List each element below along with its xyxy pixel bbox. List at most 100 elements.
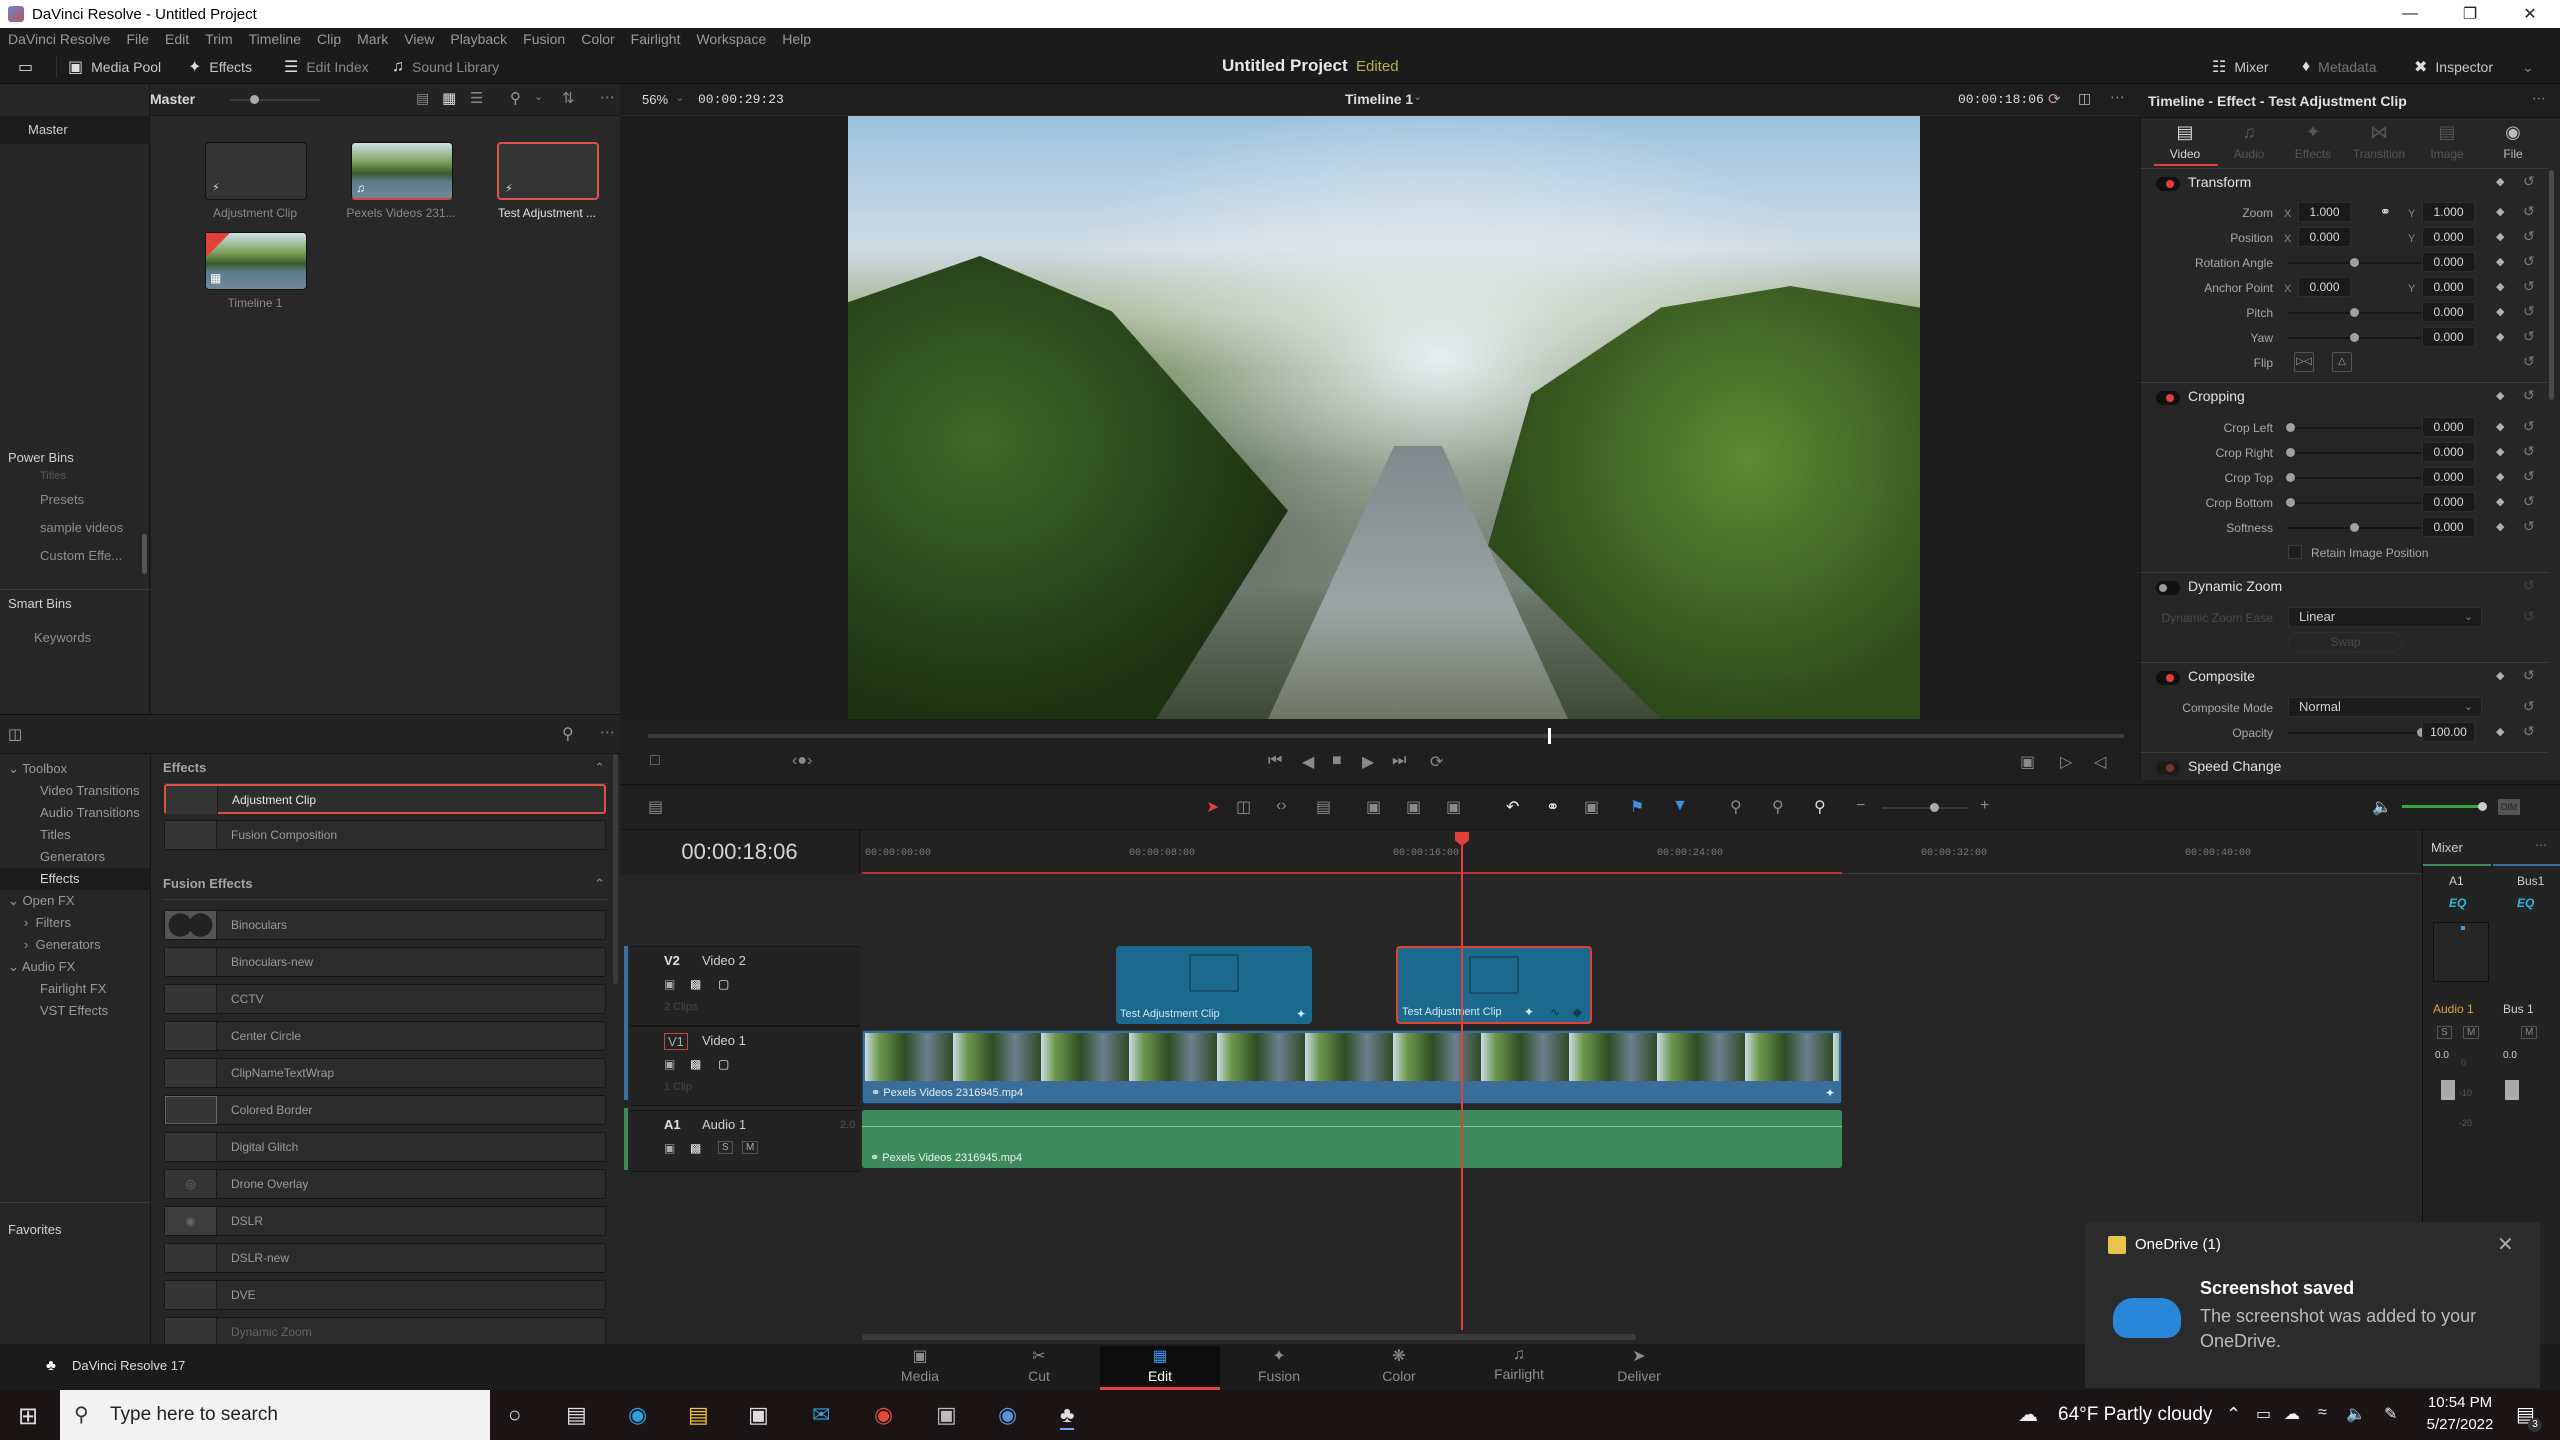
reset-icon[interactable]: ↺ (2523, 418, 2535, 435)
yaw-field[interactable]: 0.000 (2422, 327, 2475, 347)
effect-item[interactable]: Center Circle (164, 1021, 606, 1051)
edit-index-button[interactable]: ☰ Edit Index (284, 50, 369, 84)
tab-image[interactable]: ▤ Image (2414, 122, 2480, 161)
menu-help[interactable]: Help (774, 31, 819, 47)
menu-trim[interactable]: Trim (197, 31, 240, 47)
file-explorer-icon[interactable]: ▤ (688, 1402, 709, 1428)
solo-button[interactable]: S (718, 1141, 733, 1154)
effect-item[interactable]: DSLR-new (164, 1243, 606, 1273)
lock-icon[interactable]: ▣ (664, 1141, 675, 1155)
cortana-icon[interactable]: ○ (508, 1402, 521, 1428)
smart-bin-item[interactable]: Keywords (34, 630, 91, 645)
mail-icon[interactable]: ✉ (812, 1402, 830, 1428)
zoom-x-field[interactable]: 1.000 (2298, 202, 2351, 222)
tree-item-audio-fx[interactable]: ⌄ Audio FX (0, 956, 150, 978)
page-cut[interactable]: ✂ Cut (979, 1346, 1099, 1384)
close-button[interactable]: ✕ (2500, 0, 2560, 28)
clock-time[interactable]: 10:54 PM (2420, 1394, 2500, 1411)
media-clip[interactable]: ⚡ Adjustment Clip (185, 128, 325, 220)
effect-item[interactable]: ◉ DSLR (164, 1206, 606, 1236)
tree-item-vst-effects[interactable]: VST Effects (0, 1000, 150, 1022)
speaker-icon[interactable]: 🔈 (2346, 1404, 2366, 1424)
mark-in-icon[interactable]: ▷ (2060, 752, 2072, 772)
effect-item[interactable]: ClipNameTextWrap (164, 1058, 606, 1088)
auto-select-icon[interactable]: ▩ (690, 1141, 701, 1155)
tree-item-filters[interactable]: › Filters (0, 912, 150, 934)
menu-fusion[interactable]: Fusion (515, 31, 573, 47)
pan-control[interactable] (2433, 922, 2489, 982)
composite-section-header[interactable]: Composite ◆ ↺ (2148, 666, 2543, 692)
viewer-overlay-icon[interactable]: □ (650, 752, 660, 770)
timeline-selector[interactable]: Timeline 1 (1345, 91, 1413, 107)
rotation-field[interactable]: 0.000 (2422, 252, 2475, 272)
davinci-resolve-taskbar-icon[interactable]: ♣ (1060, 1402, 1075, 1430)
swap-button[interactable]: Swap (2288, 632, 2403, 652)
power-bin-item[interactable]: Custom Effe... (40, 548, 122, 563)
dynamic-trim-icon[interactable]: ‹› (1276, 797, 1287, 815)
store-icon[interactable]: ▣ (748, 1402, 769, 1428)
tree-item-generators[interactable]: Generators (0, 846, 150, 868)
sort-icon[interactable]: ⇅ (562, 89, 575, 107)
reset-icon[interactable]: ↺ (2523, 723, 2535, 740)
pitch-field[interactable]: 0.000 (2422, 302, 2475, 322)
transform-enable-toggle[interactable] (2156, 177, 2180, 191)
solo-button[interactable]: S (2437, 1026, 2452, 1039)
link-icon[interactable]: ⚭ (2380, 204, 2391, 220)
tree-item-effects[interactable]: Effects (0, 868, 150, 890)
track-name[interactable]: Video 2 (702, 953, 746, 968)
qbittorrent-icon[interactable]: ◉ (998, 1402, 1017, 1428)
menu-workspace[interactable]: Workspace (688, 31, 774, 47)
stop-icon[interactable]: ■ (1332, 752, 1342, 770)
playhead[interactable] (1461, 836, 1463, 1330)
composite-mode-dropdown[interactable]: Normal ⌄ (2288, 697, 2482, 717)
position-lock-icon[interactable]: ▣ (1584, 797, 1599, 817)
media-pool-button[interactable]: ▣ Media Pool (68, 50, 161, 84)
track-name[interactable]: Audio 1 (702, 1117, 746, 1132)
mixer-button[interactable]: ☷ Mixer (2212, 50, 2269, 84)
flag-icon[interactable]: ⚑ (1630, 797, 1644, 817)
page-fusion[interactable]: ✦ Fusion (1219, 1346, 1339, 1384)
eq-button[interactable]: EQ (2517, 896, 2534, 910)
crop-top-slider[interactable] (2286, 473, 2421, 482)
keyframe-icon[interactable]: ◆ (2496, 445, 2504, 458)
media-clip[interactable]: ▦ Timeline 1 (185, 218, 325, 310)
sidebar-toggle-icon[interactable]: ◫ (8, 725, 22, 743)
page-edit[interactable]: ▦ Edit (1100, 1346, 1220, 1390)
onedrive-tray-icon[interactable]: ☁ (2284, 1404, 2300, 1424)
crop-bottom-slider[interactable] (2286, 498, 2421, 507)
timeline-clip-adjustment[interactable]: Test Adjustment Clip ✦ (1116, 946, 1312, 1024)
keyframe-icon[interactable]: ◆ (2496, 520, 2504, 533)
tab-video[interactable]: ▤ Video (2152, 122, 2218, 161)
minimize-button[interactable]: — (2380, 0, 2440, 28)
trim-mode-icon[interactable]: ◫ (1236, 797, 1251, 817)
skip-to-end-icon[interactable]: ⏭ (1392, 752, 1406, 770)
taskbar-search-box[interactable]: ⚲ Type here to search (60, 1390, 490, 1440)
bin-master[interactable]: Master (0, 116, 150, 144)
more-options-icon[interactable]: ⋯ (2535, 838, 2547, 852)
tree-item-audio-transitions[interactable]: Audio Transitions (0, 802, 150, 824)
menu-view[interactable]: View (396, 31, 442, 47)
menu-timeline[interactable]: Timeline (241, 31, 309, 47)
timeline-clip-adjustment-selected[interactable]: Test Adjustment Clip ✦ ∿ ◆ (1396, 946, 1592, 1024)
inspector-button[interactable]: ✖ Inspector (2414, 50, 2493, 84)
skip-to-start-icon[interactable]: ⏮ (1268, 752, 1282, 770)
onedrive-notification[interactable]: OneDrive (1) ✕ Screenshot saved The scre… (2085, 1222, 2540, 1388)
effect-item[interactable]: Dynamic Zoom (164, 1317, 606, 1347)
menu-playback[interactable]: Playback (442, 31, 515, 47)
speed-change-enable-toggle[interactable] (2156, 761, 2180, 775)
reset-icon[interactable]: ↺ (2523, 577, 2535, 594)
expand-toolbar-button[interactable]: ⌄ (2522, 50, 2534, 84)
crop-bottom-field[interactable]: 0.000 (2422, 492, 2475, 512)
crop-right-field[interactable]: 0.000 (2422, 442, 2475, 462)
inspector-scrollbar[interactable] (2549, 170, 2554, 400)
menu-clip[interactable]: Clip (309, 31, 349, 47)
reset-icon[interactable]: ↺ (2523, 328, 2535, 345)
menu-edit[interactable]: Edit (157, 31, 197, 47)
timeline-view-options-icon[interactable]: ▤ (648, 797, 663, 817)
menu-mark[interactable]: Mark (349, 31, 396, 47)
power-bin-item[interactable]: Titles (40, 470, 66, 482)
more-options-icon[interactable]: ⋯ (600, 723, 615, 741)
tree-item-open-fx[interactable]: ⌄ Open FX (0, 890, 150, 912)
effect-item[interactable]: ◎ Drone Overlay (164, 1169, 606, 1199)
viewer-zoom-dropdown[interactable]: 56% (642, 92, 668, 107)
